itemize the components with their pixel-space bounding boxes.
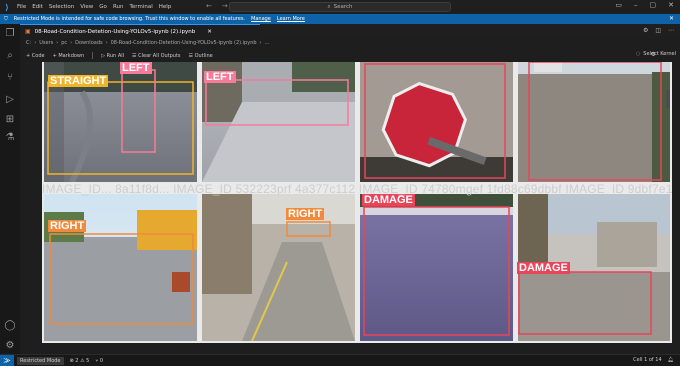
image-tile-6 (202, 194, 355, 342)
menu-run[interactable]: Run (113, 4, 124, 10)
search-icon: ⌕ (327, 3, 331, 10)
more-actions-icon[interactable]: ⋯ (668, 27, 674, 34)
breadcrumb-item[interactable]: Downloads (75, 40, 102, 46)
nav-arrows: ← → (206, 2, 228, 10)
command-center-search[interactable]: ⌕ Search (229, 2, 451, 12)
forward-arrow-icon[interactable]: → (222, 2, 228, 10)
account-icon[interactable]: ◯ (4, 320, 16, 332)
label-damage: DAMAGE (517, 262, 570, 274)
clear-outputs-button[interactable]: ☰ Clear All Outputs (132, 53, 181, 59)
breadcrumb-item[interactable]: pc (61, 40, 67, 46)
search-label: Search (333, 4, 353, 10)
settings-gear-icon[interactable]: ⚙ (643, 27, 648, 34)
ports-status[interactable]: ⑂ 0 (95, 358, 103, 364)
menu-bar: File Edit Selection View Go Run Terminal… (17, 4, 171, 10)
clear-outputs-label: Clear All Outputs (138, 52, 181, 59)
tab-title: 08-Road-Condition-Detetion-Using-YOLOv5-… (34, 28, 196, 35)
notebook-file-icon: ▣ (25, 28, 31, 35)
extensions-icon[interactable]: ⊞ (4, 114, 16, 126)
menu-go[interactable]: Go (99, 4, 107, 10)
add-code-button[interactable]: + Code (26, 53, 45, 59)
back-arrow-icon[interactable]: ← (206, 2, 212, 10)
close-banner-icon[interactable]: ✕ (669, 15, 674, 22)
add-markdown-button[interactable]: + Markdown (53, 53, 85, 59)
select-kernel-label: Select Kernel (643, 51, 676, 57)
learn-more-link[interactable]: Learn More (277, 16, 305, 22)
notifications-bell-icon[interactable]: 🔔︎ (668, 357, 674, 363)
source-control-icon[interactable]: ⑂ (4, 72, 16, 84)
problems-status[interactable]: ⊗ 2 ⚠ 5 (70, 358, 90, 364)
remote-indicator-icon[interactable]: ⨠ (0, 355, 14, 366)
window-controls: ▭ – ▢ ✕ (615, 1, 674, 9)
run-all-button[interactable]: ▷ Run All (101, 53, 124, 59)
menu-terminal[interactable]: Terminal (129, 4, 152, 10)
activity-bar: ❐ ⌕ ⑂ ▷ ⊞ ⚗ ◯ ⚙ (0, 24, 20, 354)
search-sidebar-icon[interactable]: ⌕ (4, 50, 16, 62)
image-tile-3 (360, 62, 513, 182)
layout-icon[interactable]: ▭ (615, 1, 622, 9)
manage-gear-icon[interactable]: ⚙ (4, 340, 16, 352)
editor-actions: ⚙ ◫ ⋯ (643, 27, 674, 34)
toolbar-divider (92, 52, 94, 59)
image-tile-7 (360, 194, 513, 341)
cell-position[interactable]: Cell 1 of 14 (633, 357, 661, 363)
kernel-icon: ◌ (635, 51, 641, 57)
restricted-mode-status[interactable]: Restricted Mode (17, 356, 64, 365)
label-right: RIGHT (286, 208, 325, 220)
outline-button[interactable]: ☰ Outline (189, 53, 213, 59)
breadcrumb-item[interactable]: ... (265, 40, 270, 46)
menu-file[interactable]: File (17, 4, 26, 10)
outline-label: Outline (194, 52, 213, 59)
vscode-logo-icon: ⟩ (5, 2, 9, 12)
image-tile-4 (518, 62, 670, 182)
status-bar: ⨠ Restricted Mode ⊗ 2 ⚠ 5 ⑂ 0 Cell 1 of … (0, 354, 680, 366)
menu-selection[interactable]: Selection (49, 4, 74, 10)
run-all-label: Run All (106, 52, 125, 59)
split-editor-icon[interactable]: ◫ (655, 27, 661, 34)
tab-notebook[interactable]: ▣ 08-Road-Condition-Detetion-Using-YOLOv… (20, 24, 260, 38)
explorer-icon[interactable]: ❐ (4, 28, 16, 40)
image-tile-5 (44, 194, 197, 341)
output-image (42, 62, 672, 343)
manage-link[interactable]: Manage (251, 16, 271, 22)
restricted-mode-banner: ⛉ Restricted Mode is intended for safe c… (0, 14, 680, 24)
shield-icon: ⛉ (4, 16, 8, 22)
editor-tab-bar: ▣ 08-Road-Condition-Detetion-Using-YOLOv… (20, 24, 680, 38)
run-debug-icon[interactable]: ▷ (4, 94, 16, 106)
label-left: LEFT (204, 71, 236, 83)
menu-edit[interactable]: Edit (32, 4, 43, 10)
breadcrumb: C: › Users › pc › Downloads › 08-Road-Condit… (26, 40, 270, 46)
scrollbar-thumb[interactable] (666, 90, 670, 108)
menu-view[interactable]: View (80, 4, 93, 10)
maximize-icon[interactable]: ▢ (650, 1, 657, 9)
testing-icon[interactable]: ⚗ (4, 132, 16, 144)
breadcrumb-item[interactable]: Users (39, 40, 53, 46)
minimize-icon[interactable]: – (634, 1, 638, 9)
label-right: RIGHT (48, 220, 87, 232)
cell-output-image-grid: STRAIGHT LEFT LEFT RIGHT RIGHT DAMAGE DA… (42, 62, 672, 343)
breadcrumb-item[interactable]: 08-Road-Condition-Detetion-Using-YOLOv5-… (111, 40, 257, 46)
breadcrumb-item[interactable]: C: (26, 40, 31, 46)
menu-help[interactable]: Help (159, 4, 172, 10)
restricted-message: Restricted Mode is intended for safe cod… (13, 16, 246, 22)
image-id-overlay: IMAGE_ID... 8a11f8d... IMAGE_ID 532223pr… (42, 182, 672, 196)
notebook-toolbar: + Code + Markdown ▷ Run All ☰ Clear All … (20, 50, 680, 61)
tab-close-icon[interactable]: ✕ (207, 29, 212, 35)
status-right: Cell 1 of 14 🔔︎ (633, 357, 674, 363)
label-straight: STRAIGHT (48, 75, 109, 87)
label-left: LEFT (120, 62, 152, 74)
title-bar: ⟩ File Edit Selection View Go Run Termin… (0, 0, 680, 14)
select-kernel-button[interactable]: ◌ Select Kernel (636, 51, 676, 57)
close-window-icon[interactable]: ✕ (668, 1, 674, 9)
